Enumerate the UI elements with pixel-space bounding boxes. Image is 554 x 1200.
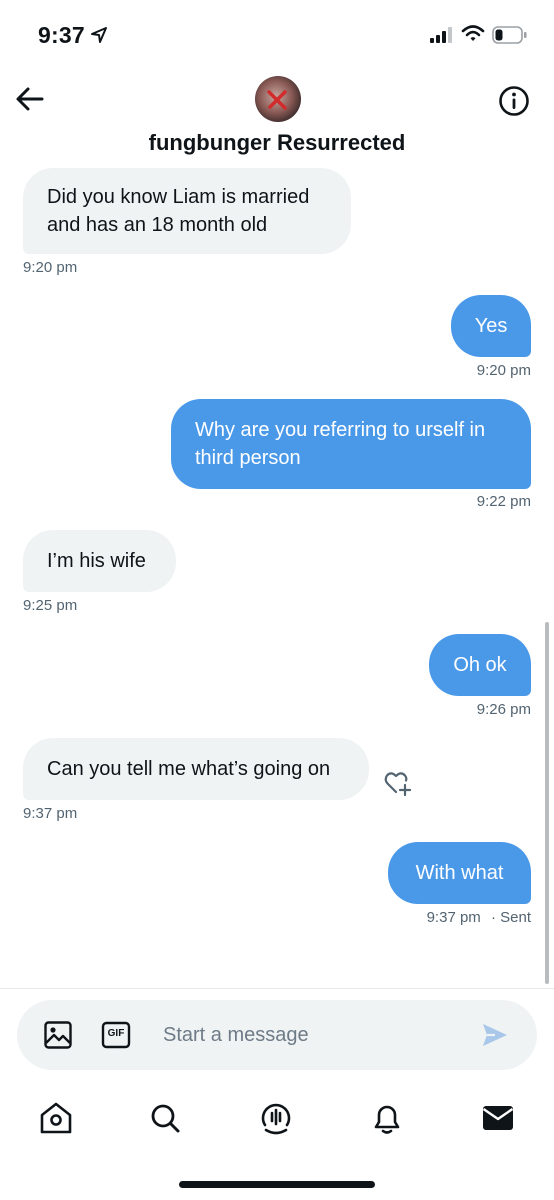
gif-icon[interactable]: GIF	[101, 1020, 131, 1050]
spaces-icon[interactable]	[258, 1100, 294, 1136]
message-sent-status: · Sent	[490, 909, 531, 926]
conversation-title: fungbunger Resurrected	[148, 130, 406, 155]
message-timestamp: 9:20 pm	[476, 362, 531, 379]
incoming-message-bubble[interactable]: I’m his wife	[23, 530, 176, 592]
message-timestamp: 9:37 pm	[426, 909, 481, 926]
back-arrow-icon[interactable]	[14, 84, 46, 114]
message-text-line: Did you know Liam is married	[47, 186, 310, 208]
heart-plus-icon[interactable]	[383, 768, 413, 798]
outgoing-message-bubble[interactable]: Yes	[451, 295, 531, 357]
message-timestamp: 9:25 pm	[23, 597, 78, 614]
message-composer: GIF	[17, 1000, 537, 1070]
home-icon[interactable]	[38, 1100, 74, 1136]
message-timestamp: 9:22 pm	[476, 493, 531, 510]
conversation-header: fungbunger Resurrected	[0, 72, 554, 168]
status-bar: 9:37	[0, 0, 554, 72]
home-indicator[interactable]	[179, 1181, 375, 1188]
gif-label: GIF	[107, 1028, 125, 1039]
incoming-message-bubble[interactable]: Can you tell me what’s going on	[23, 738, 369, 800]
scrollbar[interactable]	[545, 622, 549, 984]
message-list: Did you know Liam is married and has an …	[0, 168, 554, 988]
message-text-line: and has an 18 month old	[47, 214, 268, 236]
incoming-message-bubble[interactable]: Did you know Liam is married and has an …	[23, 168, 351, 254]
location-arrow-icon	[91, 27, 107, 43]
search-icon[interactable]	[147, 1100, 183, 1136]
mail-icon[interactable]	[480, 1100, 516, 1136]
message-timestamp: 9:20 pm	[23, 259, 78, 276]
message-text-line: With what	[415, 862, 504, 884]
message-text-line: Oh ok	[453, 654, 507, 676]
message-text-line: I’m his wife	[47, 550, 146, 572]
avatar[interactable]	[255, 76, 301, 122]
outgoing-message-bubble[interactable]: With what	[388, 842, 531, 904]
message-text-line: Can you tell me what’s going on	[47, 758, 331, 780]
message-timestamp-status: 9:37 pm · Sent	[427, 909, 531, 926]
status-time: 9:37	[38, 22, 85, 48]
message-input[interactable]	[163, 1016, 463, 1054]
message-timestamp: 9:37 pm	[23, 805, 78, 822]
outgoing-message-bubble[interactable]: Why are you referring to urself in third…	[171, 399, 531, 489]
message-text-line: third person	[195, 447, 301, 469]
bottom-navigation	[0, 1080, 554, 1160]
battery-icon	[492, 26, 527, 44]
red-x-mark	[267, 90, 287, 110]
bell-icon[interactable]	[369, 1100, 405, 1136]
message-text-line: Yes	[474, 315, 508, 337]
divider	[0, 988, 554, 989]
wifi-icon	[461, 25, 485, 41]
message-timestamp: 9:26 pm	[476, 701, 531, 718]
message-text-line: Why are you referring to urself in	[195, 419, 486, 441]
outgoing-message-bubble[interactable]: Oh ok	[429, 634, 531, 696]
info-icon[interactable]	[497, 84, 531, 118]
cellular-signal-icon	[430, 27, 452, 43]
image-icon[interactable]	[43, 1020, 73, 1050]
send-icon[interactable]	[481, 1021, 509, 1049]
